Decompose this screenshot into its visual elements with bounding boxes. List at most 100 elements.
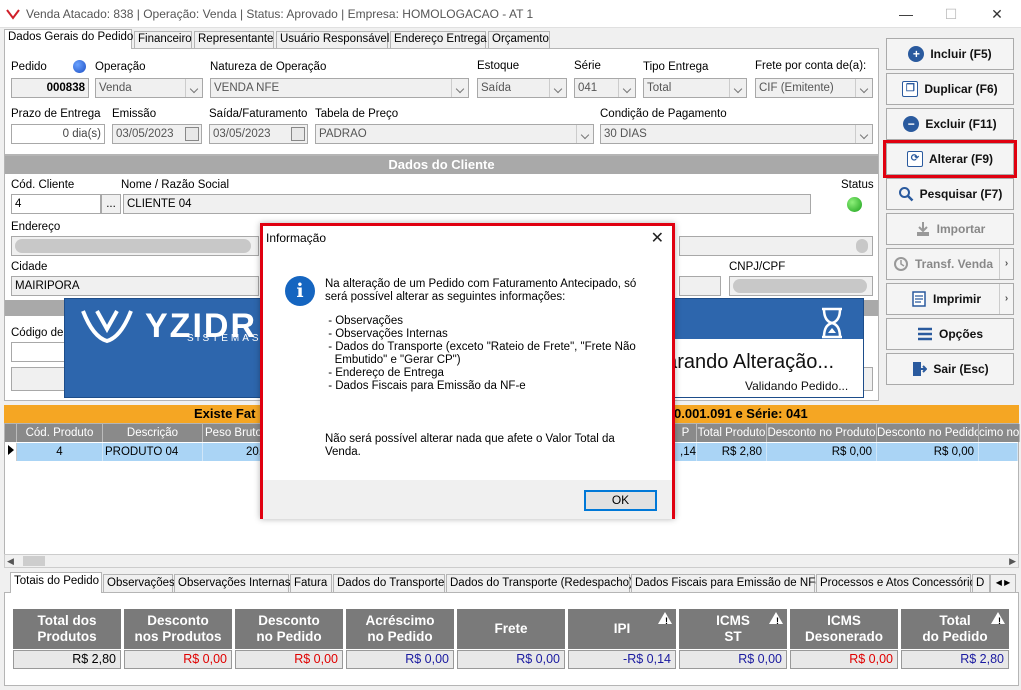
tabela-select[interactable]: PADRAO — [315, 124, 594, 144]
tab-observacoes[interactable]: Observações — [103, 574, 175, 592]
emissao-date-field[interactable]: 03/05/2023 — [112, 124, 202, 144]
icms-desonerado-l2: Desonerado — [804, 629, 884, 644]
desconto-produtos-l1: Desconto — [147, 613, 209, 628]
tab-orcamento[interactable]: Orçamento — [488, 31, 550, 48]
totals-panel: Total dos Produtos R$ 2,80 Desconto nos Pr… — [4, 592, 1019, 686]
tab-representante[interactable]: Representante — [194, 31, 274, 48]
grid-header-cod-produto[interactable]: Cód. Produto — [17, 424, 103, 442]
cell-cod-produto[interactable]: 4 — [17, 443, 103, 461]
tab-dados-gerais[interactable]: Dados Gerais do Pedido — [4, 29, 133, 49]
incluir-button[interactable]: + Incluir (F5) — [886, 38, 1014, 70]
chevron-down-icon[interactable] — [729, 79, 746, 97]
duplicar-button[interactable]: ❐ Duplicar (F6) — [886, 73, 1014, 105]
cell-descricao[interactable]: PRODUTO 04 — [103, 443, 203, 461]
tab-dados-transporte[interactable]: Dados do Transporte — [333, 574, 445, 592]
prazo-field[interactable]: 0 dia(s) — [11, 124, 105, 144]
imprimir-button[interactable]: Imprimir › — [886, 283, 1014, 315]
client-lookup-button[interactable]: ... — [101, 194, 121, 214]
tab-usuario-responsavel[interactable]: Usuário Responsável — [276, 31, 389, 48]
tab-processos-atos[interactable]: Processos e Atos Concessório — [816, 574, 976, 592]
estoque-select[interactable]: Saída — [477, 78, 567, 98]
grid-header-total-produto[interactable]: Total Produto — [697, 424, 767, 442]
condicao-select[interactable]: 30 DIAS — [600, 124, 873, 144]
chevron-right-icon[interactable]: › — [999, 284, 1013, 314]
frete-total-value: R$ 0,00 — [457, 650, 565, 669]
sair-button[interactable]: Sair (Esc) — [886, 353, 1014, 385]
dialog-close-button[interactable]: ✕ — [651, 228, 664, 248]
scroll-left-icon[interactable]: ◀ — [7, 556, 14, 567]
tab-endereco-entrega[interactable]: Endereço Entrega — [390, 31, 487, 48]
calendar-icon[interactable] — [185, 127, 199, 141]
estoque-value: Saída — [481, 82, 512, 94]
tabs-scroll-arrows[interactable]: ◀ ▶ — [990, 574, 1016, 592]
tab-dados-transporte-redespacho[interactable]: Dados do Transporte (Redespacho) — [446, 574, 633, 592]
tab-d[interactable]: D — [972, 574, 990, 592]
calendar-icon[interactable] — [291, 127, 305, 141]
prazo-label: Prazo de Entrega — [11, 108, 101, 120]
transf-venda-button[interactable]: Transf. Venda › — [886, 248, 1014, 280]
frete-label: Frete por conta de(a): — [755, 60, 867, 72]
grid-header-acrescimo[interactable]: cimo no I — [979, 424, 1020, 442]
grid-header-p[interactable]: P — [675, 424, 697, 442]
tab-fatura[interactable]: Fatura — [290, 574, 332, 592]
tab-dados-fiscais[interactable]: Dados Fiscais para Emissão de NFe — [631, 574, 822, 592]
pesquisar-button[interactable]: Pesquisar (F7) — [886, 178, 1014, 210]
cell-desconto-pedido[interactable]: R$ 0,00 — [877, 443, 979, 461]
tab-totais-pedido[interactable]: Totais do Pedido — [10, 572, 102, 593]
serie-select[interactable]: 041 — [574, 78, 636, 98]
cell-peso-bruto[interactable]: 20, — [203, 443, 263, 461]
grid-header-desconto-produto[interactable]: Desconto no Produto — [767, 424, 877, 442]
ok-button[interactable]: OK — [584, 490, 657, 511]
condicao-value: 30 DIAS — [604, 128, 647, 140]
cod-cliente-field[interactable]: 4 — [11, 194, 101, 214]
cell-total-produto[interactable]: R$ 2,80 — [697, 443, 767, 461]
saida-value: 03/05/2023 — [213, 128, 271, 140]
importar-button[interactable]: Importar — [886, 213, 1014, 245]
desconto-pedido-value: R$ 0,00 — [235, 650, 343, 669]
minimize-button[interactable]: — — [884, 4, 928, 24]
excluir-button[interactable]: − Excluir (F11) — [886, 108, 1014, 140]
total-produtos-l2: Produtos — [37, 629, 97, 644]
chevron-down-icon[interactable] — [549, 79, 566, 97]
chevron-down-icon[interactable] — [451, 79, 468, 97]
dialog-paragraph-1: Na alteração de um Pedido com Faturament… — [325, 278, 637, 303]
pesquisar-label: Pesquisar (F7) — [919, 187, 1003, 201]
maximize-button[interactable]: ☐ — [929, 4, 973, 24]
cell-p[interactable]: ,14 — [675, 443, 697, 461]
chevron-down-icon[interactable] — [855, 125, 872, 143]
alterar-label: Alterar (F9) — [928, 152, 993, 166]
cell-desconto-produto[interactable]: R$ 0,00 — [767, 443, 877, 461]
operacao-select[interactable]: Venda — [95, 78, 203, 98]
chevron-down-icon[interactable] — [185, 79, 202, 97]
natureza-select[interactable]: VENDA NFE — [210, 78, 469, 98]
opcoes-button[interactable]: Opções — [886, 318, 1014, 350]
cell-acrescimo[interactable] — [979, 443, 1018, 461]
icms-desonerado-value: R$ 0,00 — [790, 650, 898, 669]
chevron-down-icon[interactable] — [855, 79, 872, 97]
tab-financeiro[interactable]: Financeiro — [134, 31, 192, 48]
codigo-field[interactable] — [11, 342, 71, 362]
grid-header-descricao[interactable]: Descrição — [103, 424, 203, 442]
scroll-thumb[interactable] — [23, 556, 45, 566]
frete-select[interactable]: CIF (Emitente) — [755, 78, 873, 98]
tipo-entrega-select[interactable]: Total — [643, 78, 747, 98]
grid-horizontal-scrollbar[interactable]: ◀ ▶ — [4, 554, 1019, 568]
serie-label: Série — [574, 60, 601, 72]
alterar-button[interactable]: ⟳ Alterar (F9) — [883, 140, 1017, 178]
extra-button[interactable] — [11, 367, 71, 391]
ipi-total-value: -R$ 0,14 — [568, 650, 676, 669]
pedido-field: 000838 — [11, 78, 89, 98]
cidade-field: MAIRIPORA — [11, 276, 259, 296]
grid-header-desconto-pedido[interactable]: Desconto no Pedido — [877, 424, 979, 442]
chevron-right-icon[interactable]: › — [999, 249, 1013, 279]
tab-observacoes-internas[interactable]: Observações Internas — [174, 574, 291, 592]
row-indicator — [5, 443, 17, 461]
scroll-right-icon[interactable]: ▶ — [1009, 556, 1016, 567]
acrescimo-pedido-l1: Acréscimo — [365, 613, 435, 628]
total-pedido-header: Total do Pedido! — [901, 609, 1009, 649]
saida-date-field[interactable]: 03/05/2023 — [209, 124, 308, 144]
chevron-down-icon[interactable] — [576, 125, 593, 143]
chevron-down-icon[interactable] — [618, 79, 635, 97]
grid-header-peso-bruto[interactable]: Peso Bruto — [203, 424, 263, 442]
close-button[interactable]: ✕ — [975, 4, 1019, 24]
